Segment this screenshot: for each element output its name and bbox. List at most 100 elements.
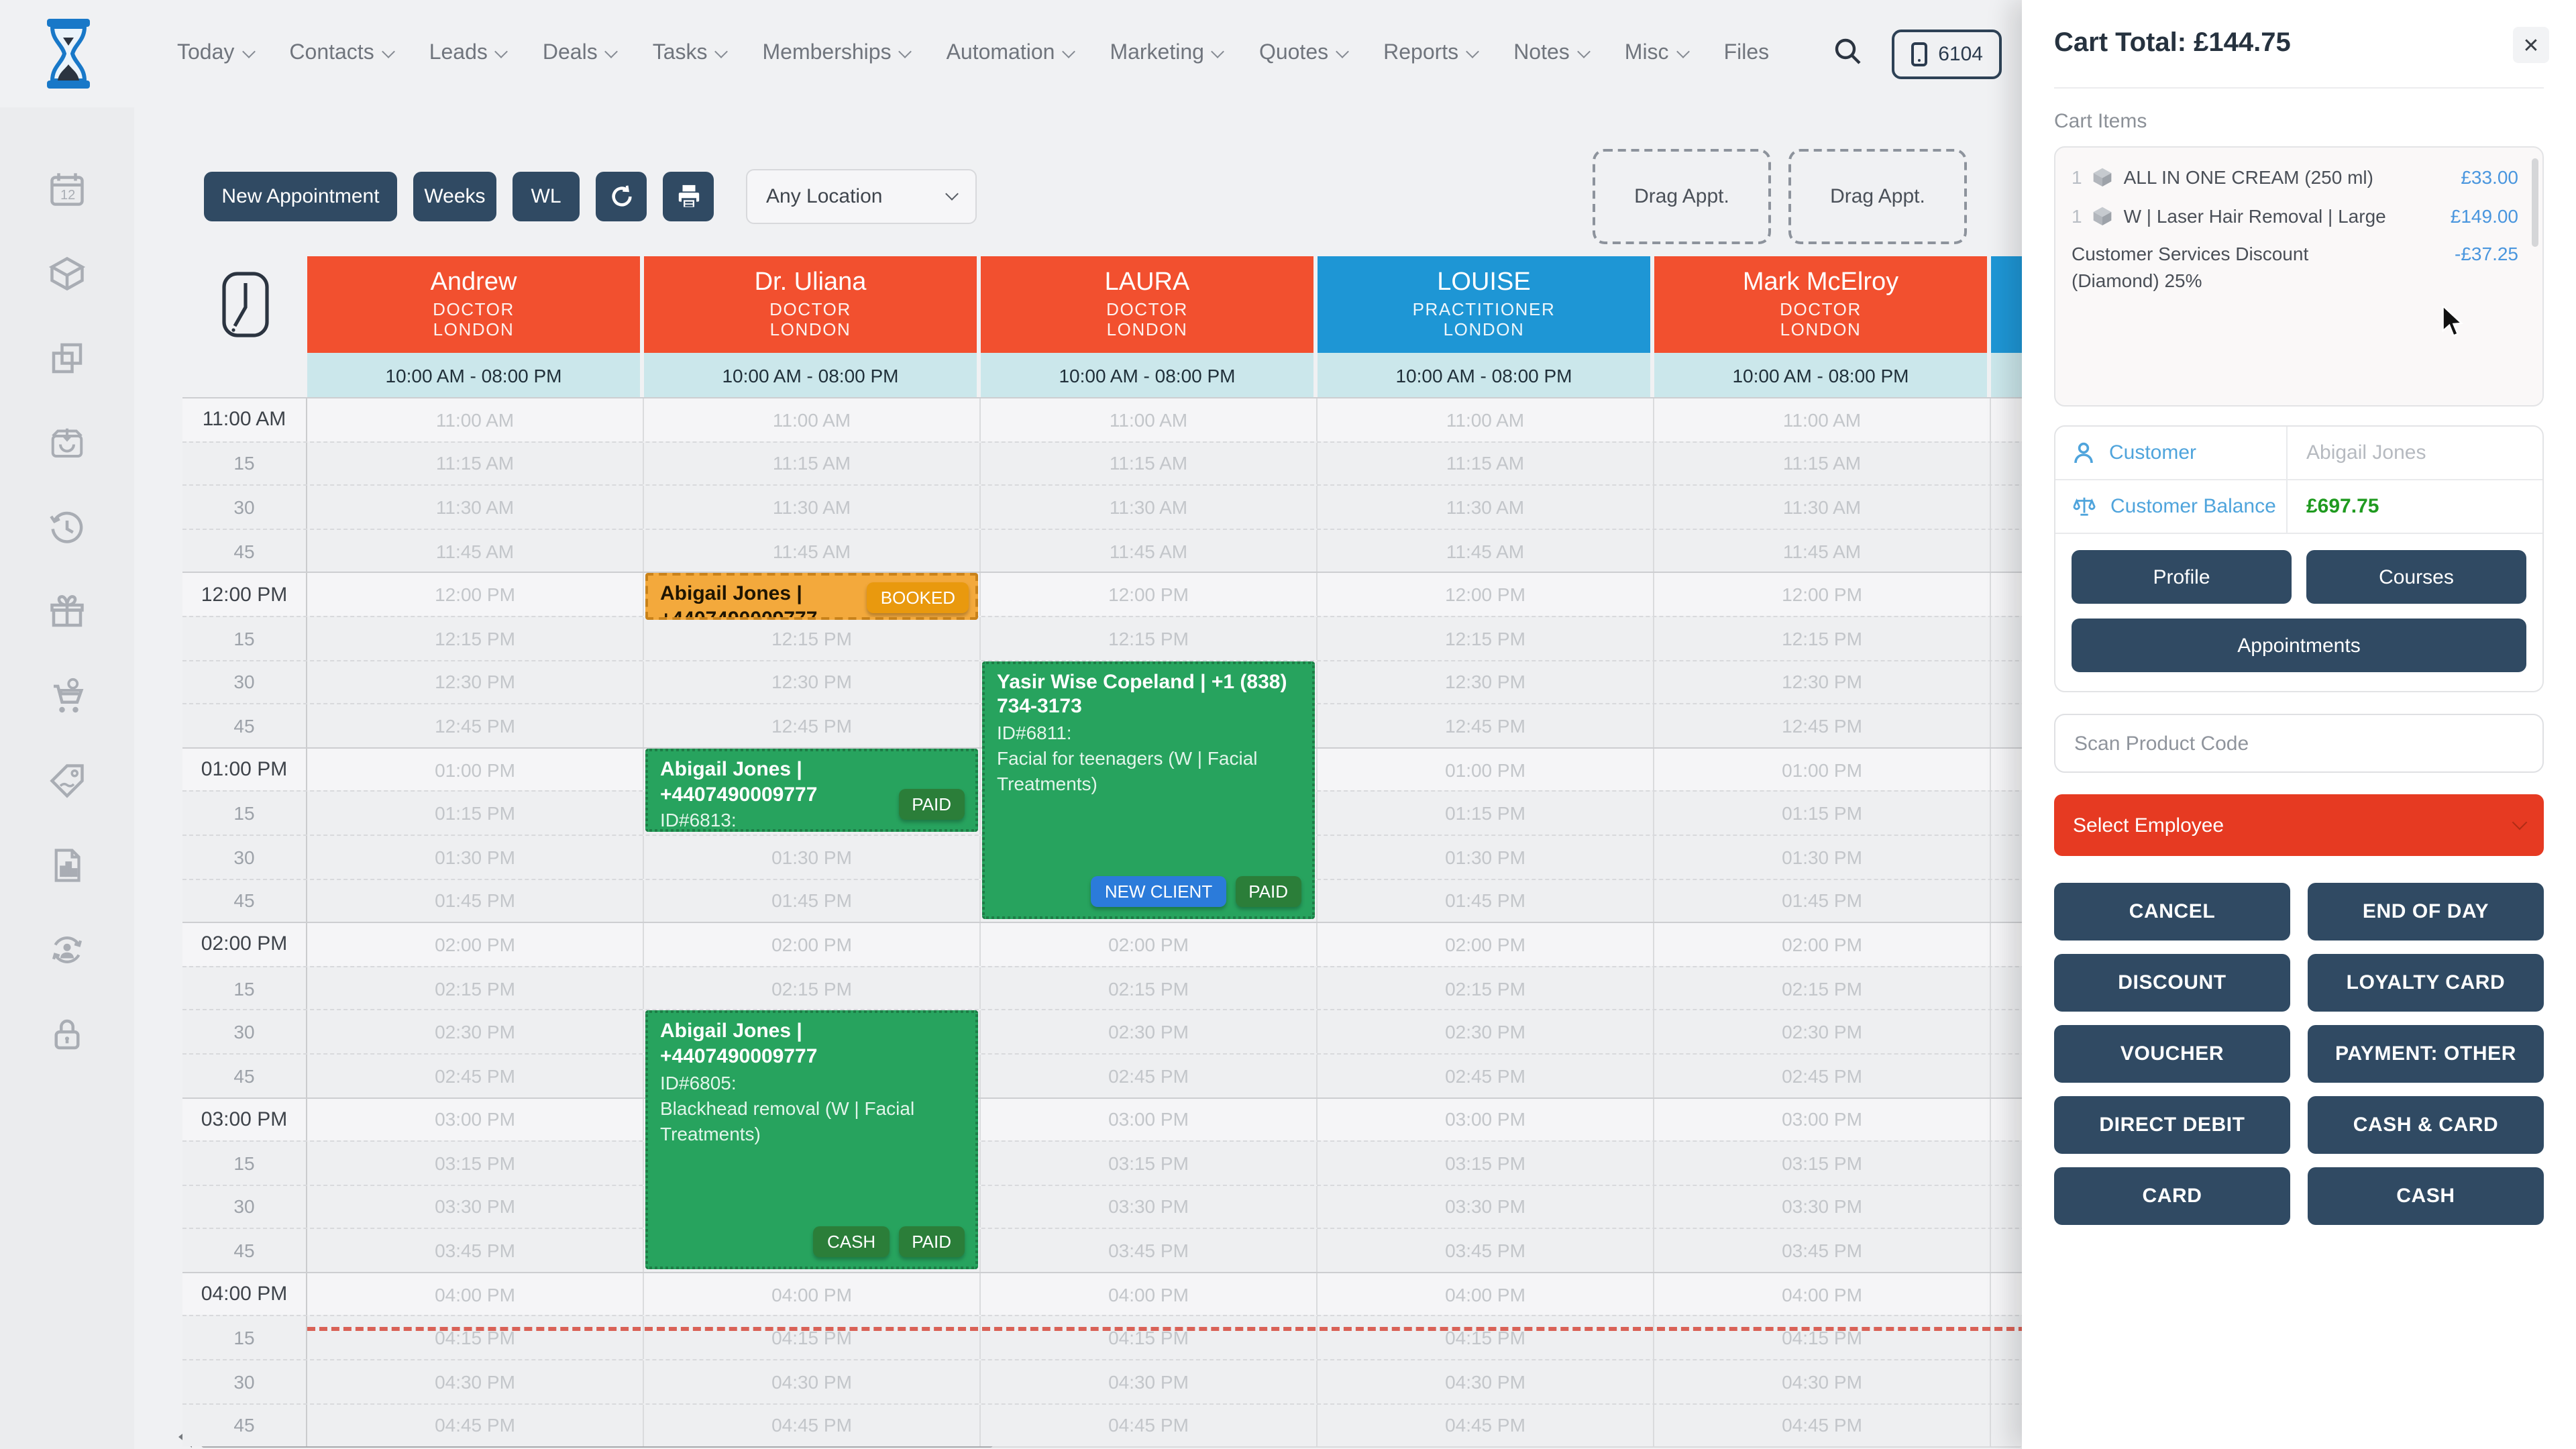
column-header-louise[interactable]: LOUISEPRACTITIONERLONDON xyxy=(1318,256,1654,353)
time-slot[interactable]: 01:45 PM xyxy=(644,879,981,922)
time-slot[interactable]: 03:15 PM xyxy=(981,1142,1318,1184)
nav-item-today[interactable]: Today xyxy=(177,42,253,66)
time-slot[interactable]: 04:30 PM xyxy=(644,1360,981,1403)
time-slot[interactable]: 01:15 PM xyxy=(1654,792,1991,835)
history-icon[interactable] xyxy=(47,507,87,547)
time-slot[interactable]: 03:15 PM xyxy=(1318,1142,1654,1184)
lock-icon[interactable] xyxy=(47,1014,87,1055)
time-slot[interactable]: 02:30 PM xyxy=(981,1011,1318,1053)
time-slot[interactable]: 03:45 PM xyxy=(307,1230,644,1272)
time-slot[interactable]: 11:30 AM xyxy=(1318,486,1654,528)
time-slot[interactable]: 04:15 PM xyxy=(644,1317,981,1359)
time-slot[interactable]: 01:30 PM xyxy=(1318,836,1654,878)
nav-item-misc[interactable]: Misc xyxy=(1625,42,1688,66)
time-slot[interactable]: 04:15 PM xyxy=(1654,1317,1991,1359)
time-slot[interactable]: 11:45 AM xyxy=(644,530,981,572)
column-header-andrew[interactable]: AndrewDOCTORLONDON xyxy=(307,256,644,353)
time-slot[interactable]: 04:00 PM xyxy=(981,1273,1318,1316)
time-slot[interactable]: 04:00 PM xyxy=(644,1273,981,1316)
time-slot[interactable]: 11:00 AM xyxy=(307,398,644,441)
time-slot[interactable]: 03:15 PM xyxy=(307,1142,644,1184)
package-icon[interactable] xyxy=(47,254,87,294)
customer-name-value[interactable]: Abigail Jones xyxy=(2286,427,2542,479)
time-slot[interactable]: 11:45 AM xyxy=(307,530,644,572)
time-slot[interactable]: 11:00 AM xyxy=(644,398,981,441)
direct-debit-button[interactable]: DIRECT DEBIT xyxy=(2054,1096,2290,1154)
time-slot[interactable]: 01:00 PM xyxy=(307,749,644,791)
time-slot[interactable]: 03:00 PM xyxy=(1318,1098,1654,1140)
cash-card-button[interactable]: CASH & CARD xyxy=(2308,1096,2544,1154)
weeks-button[interactable]: Weeks xyxy=(413,172,496,221)
time-slot[interactable]: 12:30 PM xyxy=(307,661,644,703)
station-phone-badge[interactable]: 6104 xyxy=(1891,29,2002,78)
cancel-button[interactable]: CANCEL xyxy=(2054,883,2290,941)
time-slot[interactable]: 12:00 PM xyxy=(981,574,1318,616)
time-slot[interactable]: 02:00 PM xyxy=(644,923,981,965)
time-slot[interactable]: 11:30 AM xyxy=(981,486,1318,528)
time-slot[interactable]: 03:15 PM xyxy=(1654,1142,1991,1184)
time-slot[interactable]: 03:30 PM xyxy=(981,1185,1318,1228)
time-slot[interactable]: 11:00 AM xyxy=(1654,398,1991,441)
time-slot[interactable]: 04:15 PM xyxy=(1318,1317,1654,1359)
scan-product-code-input[interactable] xyxy=(2054,714,2544,773)
time-slot[interactable]: 03:30 PM xyxy=(307,1185,644,1228)
end-of-day-button[interactable]: END OF DAY xyxy=(2308,883,2544,941)
time-slot[interactable]: 02:15 PM xyxy=(1654,967,1991,1009)
time-slot[interactable]: 01:15 PM xyxy=(307,792,644,835)
print-button[interactable] xyxy=(663,172,714,221)
nav-item-marketing[interactable]: Marketing xyxy=(1110,42,1223,66)
nav-item-deals[interactable]: Deals xyxy=(543,42,616,66)
location-select[interactable]: Any Location xyxy=(746,169,977,224)
time-slot[interactable]: 01:00 PM xyxy=(1654,749,1991,791)
time-slot[interactable]: 02:15 PM xyxy=(1318,967,1654,1009)
select-employee-dropdown[interactable]: Select Employee xyxy=(2054,794,2544,856)
time-slot[interactable]: 12:15 PM xyxy=(644,617,981,659)
nav-item-reports[interactable]: Reports xyxy=(1383,42,1477,66)
time-slot[interactable]: 02:00 PM xyxy=(1318,923,1654,965)
time-slot[interactable]: 12:45 PM xyxy=(1318,704,1654,747)
time-slot[interactable]: 04:30 PM xyxy=(1654,1360,1991,1403)
gift-icon[interactable] xyxy=(47,592,87,632)
cart-items-scrollbar[interactable] xyxy=(2532,158,2538,247)
nav-item-notes[interactable]: Notes xyxy=(1513,42,1589,66)
time-slot[interactable]: 12:30 PM xyxy=(1654,661,1991,703)
time-slot[interactable]: 04:00 PM xyxy=(1318,1273,1654,1316)
time-slot[interactable]: 11:15 AM xyxy=(981,442,1318,484)
time-slot[interactable]: 01:30 PM xyxy=(644,836,981,878)
cart-item[interactable]: 1W | Laser Hair Removal | Large£149.00 xyxy=(2072,203,2518,229)
time-slot[interactable]: 12:45 PM xyxy=(1654,704,1991,747)
time-slot[interactable]: 01:45 PM xyxy=(1318,879,1654,922)
drag-appointment-dropzone-2[interactable]: Drag Appt. xyxy=(1788,149,1967,244)
time-slot[interactable]: 12:00 PM xyxy=(307,574,644,616)
time-slot[interactable]: 04:00 PM xyxy=(307,1273,644,1316)
time-slot[interactable]: 11:00 AM xyxy=(1318,398,1654,441)
time-slot[interactable]: 04:00 PM xyxy=(1654,1273,1991,1316)
time-slot[interactable]: 02:45 PM xyxy=(981,1055,1318,1097)
card-button[interactable]: CARD xyxy=(2054,1167,2290,1225)
time-slot[interactable]: 12:30 PM xyxy=(644,661,981,703)
time-slot[interactable]: 04:30 PM xyxy=(1318,1360,1654,1403)
appt-6805[interactable]: Abigail Jones | +4407490009777ID#6805:Bl… xyxy=(645,1011,978,1269)
time-slot[interactable]: 02:45 PM xyxy=(307,1055,644,1097)
time-slot[interactable]: 02:45 PM xyxy=(1654,1055,1991,1097)
time-slot[interactable]: 01:00 PM xyxy=(1318,749,1654,791)
time-slot[interactable]: 11:45 AM xyxy=(981,530,1318,572)
appt-6813[interactable]: Abigail Jones | +4407490009777ID#6813:La… xyxy=(645,749,978,832)
calendar-icon[interactable]: 12 xyxy=(47,169,87,209)
shopping-bag-icon[interactable] xyxy=(47,423,87,463)
time-slot[interactable]: 04:45 PM xyxy=(307,1404,644,1446)
time-slot[interactable]: 12:00 PM xyxy=(1654,574,1991,616)
waitlist-button[interactable]: WL xyxy=(513,172,580,221)
time-slot[interactable]: 01:30 PM xyxy=(307,836,644,878)
nav-item-automation[interactable]: Automation xyxy=(947,42,1074,66)
column-header-dr-uliana[interactable]: Dr. UlianaDOCTORLONDON xyxy=(644,256,981,353)
time-slot[interactable]: 12:15 PM xyxy=(981,617,1318,659)
time-slot[interactable]: 11:30 AM xyxy=(644,486,981,528)
time-slot[interactable]: 11:15 AM xyxy=(307,442,644,484)
customer-sync-icon[interactable] xyxy=(47,930,87,970)
time-slot[interactable]: 02:00 PM xyxy=(1654,923,1991,965)
time-slot[interactable]: 11:45 AM xyxy=(1654,530,1991,572)
customer-balance-link[interactable]: Customer Balance xyxy=(2110,495,2276,518)
time-slot[interactable]: 03:00 PM xyxy=(981,1098,1318,1140)
customer-link[interactable]: Customer xyxy=(2109,441,2196,464)
